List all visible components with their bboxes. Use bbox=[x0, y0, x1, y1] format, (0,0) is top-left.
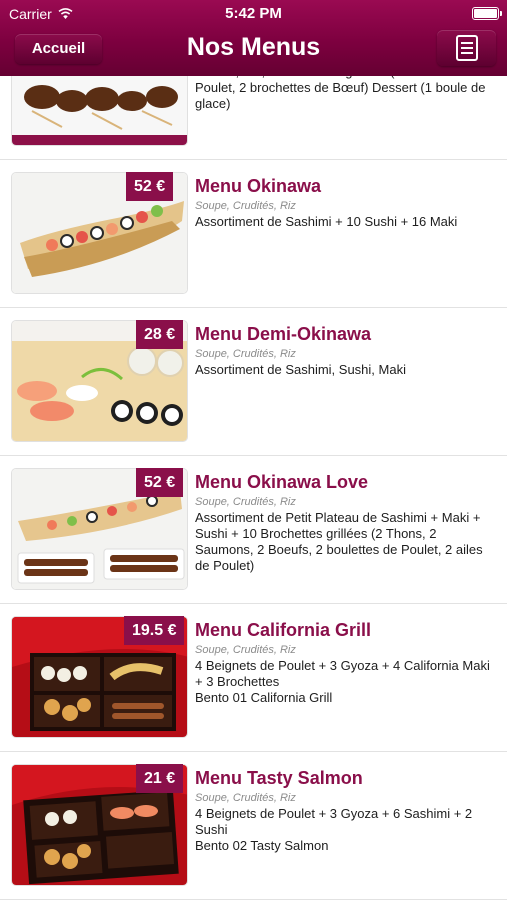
menu-subtitle: Soupe, Crudités, Riz bbox=[195, 200, 296, 212]
menu-row[interactable]: 28 € Menu Demi-Okinawa Soupe, Crudités, … bbox=[0, 308, 507, 456]
price-badge: 28 € bbox=[136, 320, 184, 349]
menu-row[interactable]: 52 € Menu Okinawa Soupe, Crudités, Riz A… bbox=[0, 160, 507, 308]
menu-description: Assortiment de Petit Plateau de Sashimi … bbox=[195, 510, 483, 573]
menu-description: Assortiment de Sashimi, Sushi, Maki bbox=[195, 362, 406, 377]
menu-row[interactable]: 21 € Menu Tasty Salmon Soupe, Crudités, … bbox=[0, 752, 507, 900]
menu-title: Menu Demi-Okinawa bbox=[195, 324, 372, 344]
menu-title: Menu California Grill bbox=[195, 620, 372, 640]
menu-subtitle: Soupe, Crudités, Riz bbox=[195, 348, 296, 360]
battery-icon bbox=[472, 7, 502, 20]
menu-title: Menu Tasty Salmon bbox=[195, 768, 363, 788]
status-bar: Carrier 5:42 PM bbox=[0, 0, 507, 26]
list-icon bbox=[455, 35, 478, 61]
menu-description: Assortiment de Sashimi + 10 Sushi + 16 M… bbox=[195, 214, 458, 229]
menu-description: 4 Beignets de Poulet + 3 Gyoza + 4 Calif… bbox=[195, 658, 490, 705]
menu-row[interactable]: 52 € Menu Okinawa Love Soupe, Crudités, … bbox=[0, 456, 507, 604]
price-badge: 21 € bbox=[136, 764, 184, 793]
menu-description: 4 Beignets de Poulet + 3 Gyoza + 6 Sashi… bbox=[195, 806, 473, 853]
menu-button[interactable] bbox=[437, 30, 496, 66]
menu-row[interactable]: 19.5 € Menu California Grill Soupe, Crud… bbox=[0, 604, 507, 752]
navigation-bar: Carrier 5:42 PM Accueil Nos Menus bbox=[0, 0, 507, 76]
price-badge: 19.5 € bbox=[124, 616, 185, 645]
menu-title: Menu Okinawa Love bbox=[195, 472, 369, 492]
menu-subtitle: Soupe, Crudités, Riz bbox=[195, 644, 296, 656]
price-badge: 52 € bbox=[126, 172, 174, 201]
status-time: 5:42 PM bbox=[225, 5, 282, 22]
page-title: Nos Menus bbox=[186, 33, 321, 61]
menu-subtitle: Soupe, Crudités, Riz bbox=[195, 496, 296, 508]
menu-subtitle: Soupe, Crudités, Riz bbox=[195, 792, 296, 804]
menu-list[interactable]: Salade, Riz, 4 Brochettes grillées (2 bo… bbox=[0, 12, 507, 900]
menu-title: Menu Okinawa bbox=[195, 176, 322, 196]
price-badge: 52 € bbox=[136, 468, 184, 497]
